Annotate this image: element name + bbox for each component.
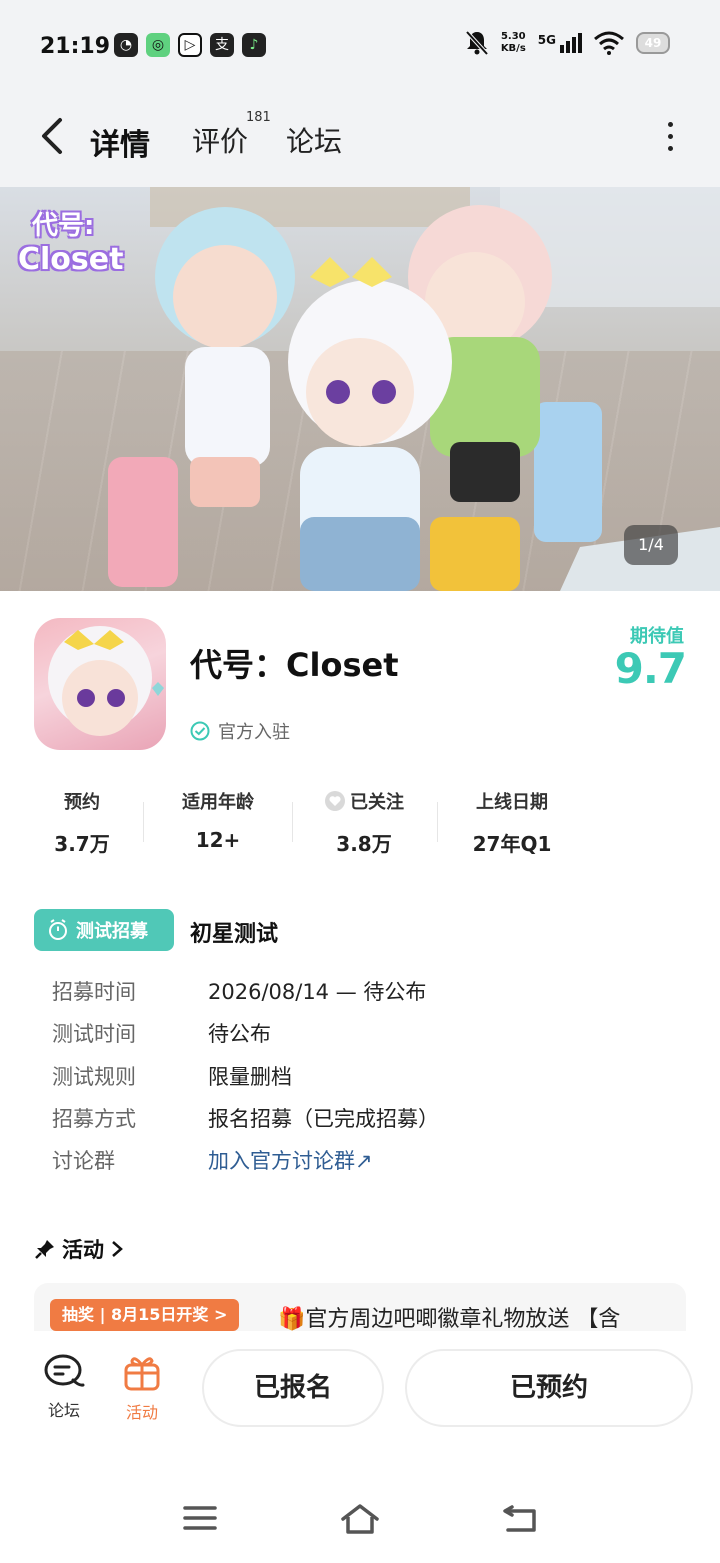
tab-detail[interactable]: 详情 [84, 120, 152, 164]
review-count-badge: 181 [246, 110, 271, 125]
test-recruit-badge: 测试招募 [34, 909, 174, 951]
activity-section-header[interactable]: 活动 [34, 1234, 124, 1264]
stat-release-date[interactable]: 上线日期 27年Q1 [460, 788, 564, 857]
more-options-icon[interactable] [660, 122, 680, 156]
expect-score: 9.7 [614, 644, 687, 693]
reserved-button[interactable]: 已预约 [405, 1349, 693, 1427]
home-icon[interactable] [340, 1503, 380, 1535]
battery-icon: 49 [636, 32, 670, 54]
hero-banner[interactable]: 代号: Closet 1/4 [0, 187, 720, 591]
divider [292, 802, 293, 842]
game-icon-art [48, 626, 164, 736]
mute-bell-icon [465, 30, 489, 56]
menu-icon[interactable] [183, 1503, 217, 1533]
signed-up-button[interactable]: 已报名 [202, 1349, 384, 1427]
gift-icon [124, 1357, 160, 1391]
tab-forum[interactable]: 论坛 [286, 120, 342, 160]
cellular-signal-icon: 5G [538, 33, 582, 53]
activity-card[interactable]: 抽奖 | 8月15日开奖 > 🎁官方周边吧唧徽章礼物放送 【含 [34, 1283, 686, 1331]
divider [437, 802, 438, 842]
status-bar: 21:19 ◔ ◎ ▷ 支 ♪ 5.30 KB/s 5G 49 [0, 0, 720, 92]
tab-review[interactable]: 评价 181 [192, 110, 271, 160]
alipay-icon: 支 [210, 33, 234, 57]
divider [143, 802, 144, 842]
forum-button[interactable]: 论坛 [34, 1353, 94, 1421]
status-right: 5.30 KB/s 5G 49 [465, 30, 670, 56]
chevron-right-icon [112, 1241, 123, 1257]
heart-icon [325, 791, 345, 811]
game-icon [34, 618, 166, 750]
activity-button[interactable]: 活动 [112, 1353, 172, 1423]
lottery-tag: 抽奖 | 8月15日开奖 > [50, 1299, 240, 1331]
check-circle-icon [190, 721, 210, 741]
camera-app-icon: ◎ [146, 33, 170, 57]
join-group-link[interactable]: 加入官方讨论群↗ [208, 1145, 373, 1175]
top-nav: 详情 评价 181 论坛 [0, 92, 720, 187]
notification-icons: ◔ ◎ ▷ 支 ♪ [114, 33, 266, 57]
activity-text: 🎁官方周边吧唧徽章礼物放送 【含 [278, 1307, 621, 1331]
chat-bubble-icon [44, 1354, 85, 1387]
stat-age[interactable]: 适用年龄 12+ [166, 788, 270, 852]
wifi-icon [594, 31, 624, 55]
system-navigation-bar [0, 1445, 720, 1563]
pin-icon [35, 1240, 54, 1259]
stat-following[interactable]: 已关注 3.8万 [314, 788, 414, 857]
alarm-clock-icon [49, 919, 67, 940]
game-logo: 代号: Closet [18, 211, 124, 277]
bottom-action-bar: 论坛 活动 已报名 已预约 [0, 1331, 720, 1445]
video-app-icon: ▷ [178, 33, 202, 57]
qq-icon: ◔ [114, 33, 138, 57]
official-badge: 官方入驻 [190, 718, 290, 744]
image-counter: 1/4 [624, 525, 678, 565]
game-title: 代号：Closet [190, 646, 399, 684]
music-app-icon: ♪ [242, 33, 266, 57]
back-nav-icon[interactable] [502, 1503, 538, 1533]
back-arrow-icon[interactable] [34, 114, 70, 158]
status-time: 21:19 [40, 34, 111, 59]
stat-reservations[interactable]: 预约 3.7万 [40, 788, 124, 857]
network-speed: 5.30 KB/s [500, 31, 526, 54]
stats-row: 预约 3.7万 适用年龄 12+ 已关注 3.8万 上线日期 27年Q1 [0, 788, 720, 858]
test-name: 初星测试 [190, 922, 279, 947]
